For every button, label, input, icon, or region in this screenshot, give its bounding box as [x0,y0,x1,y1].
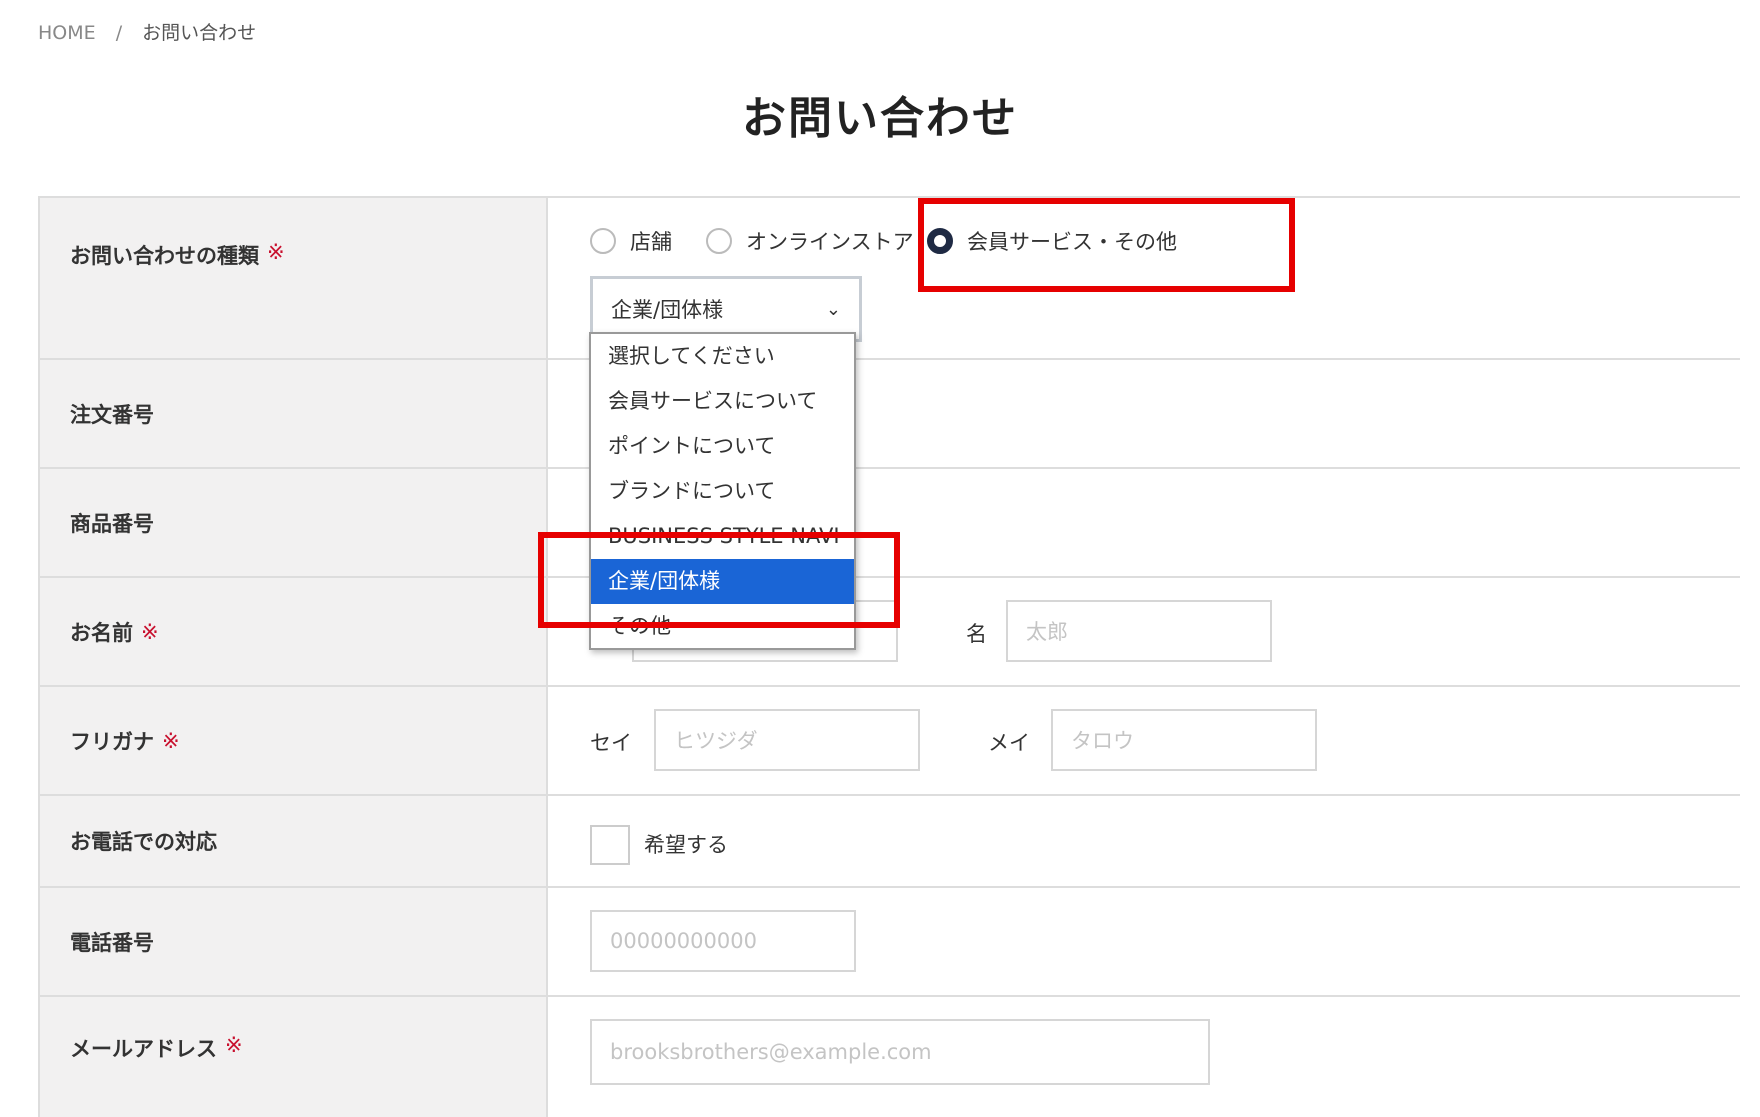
first-name-label: 名 [966,622,987,646]
label-product-number: 商品番号 [40,469,548,576]
radio-label: 店舗 [630,230,672,254]
row-email: メールアドレス ※ brooksbrothers@example.com [40,997,1740,1117]
required-mark: ※ [141,619,159,644]
row-order-number: 注文番号 [40,360,1740,469]
sei-input[interactable]: ヒツジダ [654,709,920,771]
phone-input[interactable]: 00000000000 [590,910,856,972]
breadcrumb-current: お問い合わせ [142,22,257,44]
mei-label: メイ [988,731,1030,755]
phone-contact-cell: 希望する [548,796,1740,886]
required-mark: ※ [225,1033,243,1057]
highlight-box-option [538,532,900,628]
row-phone-contact: お電話での対応 希望する [40,796,1740,888]
breadcrumb: HOME / お問い合わせ [38,18,256,45]
radio-store[interactable]: 店舗 [590,226,672,256]
dropdown-option[interactable]: ポイントについて [591,424,854,469]
breadcrumb-home-link[interactable]: HOME [38,22,96,44]
label-phone: 電話番号 [40,888,548,995]
radio-circle-icon [590,228,616,254]
first-name-input[interactable]: 太郎 [1006,600,1272,662]
furigana-cell: セイ ヒツジダ メイ タロウ [548,687,1740,794]
radio-circle-icon [706,228,732,254]
email-input[interactable]: brooksbrothers@example.com [590,1019,1210,1085]
label-furigana: フリガナ ※ [40,687,548,794]
placeholder: ヒツジダ [674,729,758,753]
label-text: メールアドレス [70,1037,217,1061]
chevron-down-icon: ⌄ [825,299,841,320]
breadcrumb-separator: / [115,22,123,44]
select-value: 企業/団体様 [611,298,724,322]
label-text: お問い合わせの種類 [70,244,259,268]
required-mark: ※ [162,728,180,753]
placeholder: 00000000000 [610,929,757,953]
radio-label: オンラインストア [746,230,914,254]
dropdown-option[interactable]: 選択してください [591,334,854,379]
highlight-box-radio [918,198,1295,292]
sei-label: セイ [590,731,632,755]
label-name: お名前 ※ [40,578,548,685]
placeholder: 太郎 [1026,620,1068,644]
checkbox-label: 希望する [644,833,728,857]
row-phone: 電話番号 00000000000 [40,888,1740,997]
label-text: フリガナ [70,729,154,754]
row-furigana: フリガナ ※ セイ ヒツジダ メイ タロウ [40,687,1740,796]
placeholder: brooksbrothers@example.com [610,1040,932,1064]
email-cell: brooksbrothers@example.com [548,997,1740,1117]
dropdown-option[interactable]: 会員サービスについて [591,379,854,424]
label-email: メールアドレス ※ [40,997,548,1117]
row-inquiry-type: お問い合わせの種類 ※ 店舗 オンラインストア 会員サービス・その他 企業/団体… [40,198,1740,360]
dropdown-option[interactable]: ブランドについて [591,469,854,514]
page-title: お問い合わせ [742,93,1018,144]
contact-form: お問い合わせの種類 ※ 店舗 オンラインストア 会員サービス・その他 企業/団体… [38,196,1740,1117]
required-mark: ※ [267,240,285,264]
label-inquiry-type: お問い合わせの種類 ※ [40,198,548,358]
placeholder: タロウ [1071,729,1134,753]
phone-contact-checkbox[interactable] [590,825,630,865]
label-order-number: 注文番号 [40,360,548,467]
radio-online-store[interactable]: オンラインストア [706,226,914,256]
label-text: お名前 [70,620,133,645]
phone-cell: 00000000000 [548,888,1740,995]
mei-input[interactable]: タロウ [1051,709,1317,771]
label-phone-contact: お電話での対応 [40,796,548,886]
